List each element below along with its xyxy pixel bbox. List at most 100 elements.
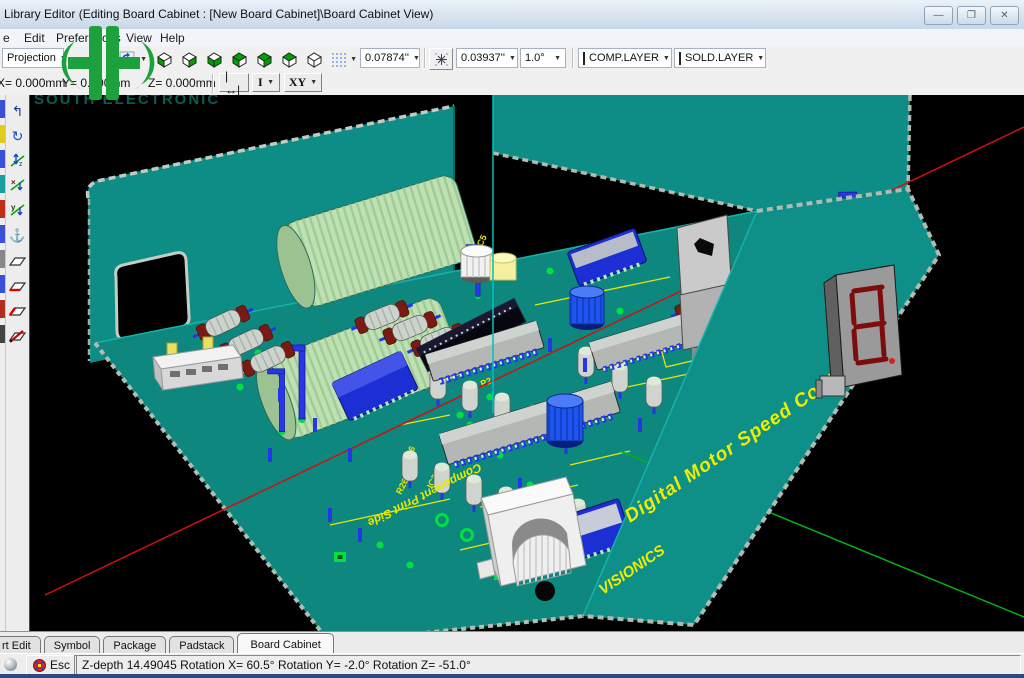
snap-size-dropdown[interactable]: 0.03937'' ▼ (456, 48, 518, 68)
angle-step-dropdown[interactable]: 1.0° ▼ (520, 48, 566, 68)
restore-icon: ❐ (967, 11, 976, 21)
cube-bottom-icon (206, 51, 223, 68)
toolbar-divider (5, 95, 6, 631)
viewport-3d[interactable]: SOUTH ELECTRONIC (30, 95, 1024, 631)
cube-back-icon (181, 51, 198, 68)
window-frame-bottom (0, 674, 1024, 678)
trackball-icon (4, 658, 17, 671)
axis-mode-dropdown-button[interactable]: XY ▼ (284, 73, 322, 92)
comp-layer-dropdown[interactable]: COMP.LAYER ▼ (578, 48, 672, 68)
comp-layer-color-swatch (583, 52, 585, 65)
view-cube-left-button[interactable] (227, 48, 251, 70)
units-label: I (258, 75, 263, 90)
blue-capacitor (570, 286, 604, 330)
anchor-tool-button[interactable]: ⚓ (7, 225, 28, 246)
plane-view-button[interactable] (7, 250, 28, 271)
dropdown-arrow-icon: ▼ (263, 79, 274, 86)
grid-toggle-button[interactable]: ▼ (330, 48, 358, 70)
window-controls: — ❐ ✕ (924, 6, 1019, 25)
grid-icon (331, 52, 346, 67)
translate-z-button[interactable]: z (7, 150, 28, 171)
status-readout: Z-depth 14.49045 Rotation X= 60.5° Rotat… (74, 655, 1021, 675)
sold-layer-dropdown[interactable]: SOLD.LAYER ▼ (674, 48, 766, 68)
esc-button[interactable]: Esc (26, 655, 77, 675)
vendor-logo (48, 26, 168, 103)
sold-layer-color-swatch (679, 52, 681, 65)
decimal-point (889, 358, 895, 364)
plane-diagonal-button[interactable] (7, 325, 28, 346)
undo-button[interactable]: ↰ (7, 100, 28, 121)
plane-bottom-edge-button[interactable] (7, 275, 28, 296)
tab-label: Board Cabinet (250, 639, 320, 651)
view-cube-back-button[interactable] (177, 48, 201, 70)
rotate-y-icon: y (9, 202, 26, 219)
units-dropdown-button[interactable]: I ▼ (252, 73, 280, 92)
toolbar-separator (572, 48, 574, 68)
white-capacitor (461, 245, 493, 283)
vendor-logo-icon (48, 26, 168, 100)
cube-right-icon (256, 51, 273, 68)
view-cube-right-button[interactable] (252, 48, 276, 70)
comp-layer-label: COMP.LAYER (589, 52, 659, 64)
tab-board-cabinet[interactable]: Board Cabinet (237, 633, 333, 655)
menu-edit[interactable]: Edit (24, 31, 45, 45)
toolbar-separator (212, 74, 214, 93)
tab-label: rt Edit (2, 640, 31, 652)
snap-grid-icon (434, 52, 449, 67)
dropdown-arrow-icon: ▼ (505, 55, 516, 62)
angle-step-value: 1.0° (525, 52, 545, 64)
editor-tab-bar: rt Edit Symbol Package Padstack Board Ca… (0, 631, 1024, 654)
menu-file-clipped[interactable]: e (3, 31, 10, 45)
undo-icon: ↰ (12, 104, 24, 118)
extents-icon: |↔| (225, 69, 243, 97)
esc-label: Esc (50, 658, 70, 672)
wall-mounted-component (816, 376, 845, 398)
mounting-hole (535, 581, 555, 601)
plane-diagonal-icon (8, 327, 27, 344)
extents-button[interactable]: |↔| (219, 73, 249, 92)
rotate-x-button[interactable]: × (7, 175, 28, 196)
board-cabinet-scene: SOUTH ELECTRONIC (30, 95, 1024, 631)
compass-cancel-icon (33, 659, 46, 672)
rotate-icon: ↻ (12, 129, 24, 143)
plane-left-edge-icon (8, 302, 27, 319)
axis-mode-label: XY (289, 75, 306, 90)
grid-size-dropdown[interactable]: 0.07874'' ▼ (360, 48, 420, 68)
dropdown-arrow-icon: ▼ (753, 55, 764, 62)
status-bar: Esc Z-depth 14.49045 Rotation X= 60.5° R… (0, 653, 1024, 675)
rotation-status-text: Z-depth 14.49045 Rotation X= 60.5° Rotat… (82, 658, 471, 672)
translate-z-icon: z (9, 152, 26, 169)
view-cube-iso-button[interactable] (302, 48, 326, 70)
sold-layer-label: SOLD.LAYER (685, 52, 753, 64)
cube-top-icon (281, 51, 298, 68)
dropdown-arrow-icon: ▼ (306, 79, 317, 86)
rotate-x-icon: × (9, 177, 26, 194)
close-icon: ✕ (1000, 11, 1008, 21)
dropdown-arrow-icon: ▼ (346, 56, 357, 63)
view-cube-top-button[interactable] (277, 48, 301, 70)
yellow-capacitor (490, 253, 516, 280)
svg-text:z: z (19, 161, 23, 168)
tab-label: Package (113, 640, 156, 652)
restore-button[interactable]: ❐ (957, 6, 986, 25)
rotate-tool-button[interactable]: ↻ (7, 125, 28, 146)
tab-label: Symbol (54, 640, 91, 652)
svg-text:y: y (11, 203, 16, 212)
grid-size-value: 0.07874'' (365, 52, 409, 64)
blue-capacitor (547, 394, 583, 448)
snap-toggle-button[interactable] (429, 48, 453, 70)
snap-size-value: 0.03937'' (461, 52, 505, 64)
rotate-y-button[interactable]: y (7, 200, 28, 221)
cube-left-icon (231, 51, 248, 68)
window-title: Library Editor (Editing Board Cabinet : … (4, 7, 433, 21)
dropdown-arrow-icon: ▼ (659, 55, 670, 62)
view-cube-bottom-button[interactable] (202, 48, 226, 70)
dropdown-arrow-icon: ▼ (409, 55, 420, 62)
minimize-icon: — (934, 11, 944, 21)
close-button[interactable]: ✕ (990, 6, 1019, 25)
left-toolbar: ↰ ↻ z × y ⚓ (0, 95, 30, 631)
toolbar-separator (424, 48, 426, 68)
tab-label: Padstack (179, 640, 224, 652)
minimize-button[interactable]: — (924, 6, 953, 25)
plane-left-edge-button[interactable] (7, 300, 28, 321)
